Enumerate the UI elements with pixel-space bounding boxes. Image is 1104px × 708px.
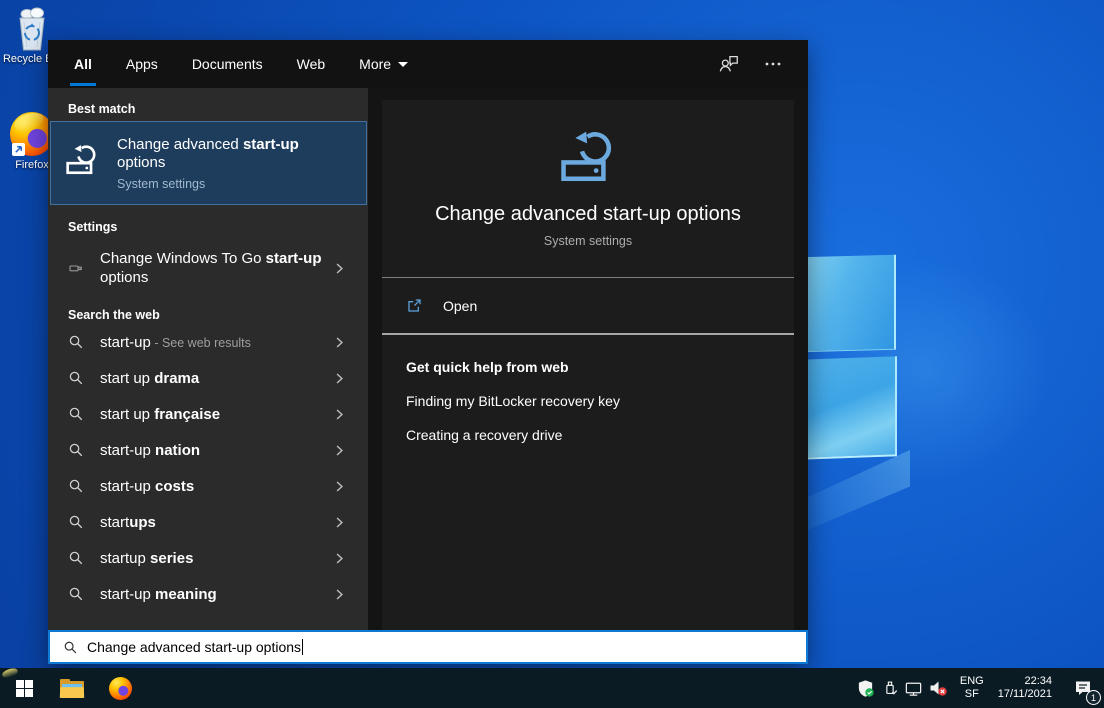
start-search-panel: All Apps Documents Web More Best match	[48, 40, 808, 664]
tray-usb-icon[interactable]	[878, 668, 902, 708]
tray-network-icon[interactable]	[902, 668, 926, 708]
file-explorer-icon	[60, 679, 84, 698]
best-match-title: Change advanced start-up options	[117, 136, 307, 172]
tab-documents[interactable]: Documents	[188, 40, 267, 88]
chevron-right-icon	[333, 588, 346, 601]
search-the-web-header: Search the web	[48, 306, 368, 324]
search-input[interactable]: Change advanced start-up options	[48, 630, 808, 664]
tab-apps[interactable]: Apps	[122, 40, 162, 88]
chevron-right-icon	[333, 444, 346, 457]
web-suggestion-row[interactable]: start-up meaning	[48, 576, 368, 612]
account-feedback-icon[interactable]	[718, 53, 740, 75]
help-link-bitlocker[interactable]: Finding my BitLocker recovery key	[406, 393, 794, 409]
search-input-value: Change advanced start-up options	[87, 639, 301, 655]
web-suggestion-row[interactable]: startup series	[48, 540, 368, 576]
web-suggestion-row[interactable]: start-up nation	[48, 432, 368, 468]
shortcut-arrow-icon	[12, 143, 25, 156]
preview-title: Change advanced start-up options	[435, 203, 741, 226]
settings-result-windows-to-go[interactable]: Change Windows To Go start-up options	[48, 242, 368, 294]
windows-logo-pane-bottom	[800, 356, 897, 459]
windows-logo-icon	[16, 680, 33, 697]
chevron-right-icon	[333, 408, 346, 421]
open-external-icon	[406, 297, 423, 314]
clock[interactable]: 22:34 17/11/2021	[994, 675, 1062, 701]
clock-date: 17/11/2021	[998, 688, 1052, 701]
search-icon	[68, 478, 84, 494]
search-filter-tabs: All Apps Documents Web More	[48, 40, 808, 88]
advanced-startup-icon-large	[559, 128, 617, 186]
notification-badge: 1	[1086, 690, 1101, 705]
ellipsis-menu-icon[interactable]	[764, 55, 782, 73]
chevron-right-icon	[333, 262, 346, 275]
help-link-recovery-drive[interactable]: Creating a recovery drive	[406, 427, 794, 443]
search-icon	[68, 514, 84, 530]
best-match-subtitle: System settings	[117, 177, 307, 191]
result-preview-panel: Change advanced start-up options System …	[382, 100, 794, 630]
search-icon	[68, 406, 84, 422]
search-icon	[68, 370, 84, 386]
search-results-list: Best match Change advanced start-up opti…	[48, 88, 368, 630]
taskbar: ENG SF 22:34 17/11/2021 1	[0, 668, 1104, 708]
preview-subtitle: System settings	[544, 234, 632, 248]
search-icon	[68, 334, 84, 350]
chevron-right-icon	[333, 552, 346, 565]
search-icon	[68, 550, 84, 566]
usb-drive-icon	[68, 260, 84, 276]
web-suggestion-row[interactable]: start up française	[48, 396, 368, 432]
tab-web[interactable]: Web	[293, 40, 330, 88]
tab-more[interactable]: More	[355, 40, 412, 88]
chevron-right-icon	[333, 372, 346, 385]
language-indicator[interactable]: ENG SF	[950, 675, 994, 701]
web-suggestion-row[interactable]: start up drama	[48, 360, 368, 396]
text-cursor	[302, 639, 303, 655]
settings-result-label: Change Windows To Go start-up options	[100, 249, 332, 287]
taskbar-firefox[interactable]	[96, 668, 144, 708]
search-icon	[68, 442, 84, 458]
clock-time: 22:34	[998, 675, 1052, 688]
tab-all[interactable]: All	[70, 40, 96, 88]
windows-logo-pane-top	[800, 255, 896, 353]
tray-volume-muted-icon[interactable]	[926, 668, 950, 708]
quick-help-header: Get quick help from web	[406, 359, 794, 375]
action-center-button[interactable]: 1	[1062, 668, 1104, 708]
open-action[interactable]: Open	[382, 278, 794, 333]
chevron-right-icon	[333, 516, 346, 529]
advanced-startup-icon	[65, 143, 99, 177]
web-suggestion-row[interactable]: startups	[48, 504, 368, 540]
firefox-icon	[109, 677, 132, 700]
web-suggestion-row[interactable]: start-up costs	[48, 468, 368, 504]
taskbar-file-explorer[interactable]	[48, 668, 96, 708]
search-icon	[63, 640, 78, 655]
open-label: Open	[443, 298, 477, 314]
best-match-header: Best match	[48, 100, 368, 118]
chevron-right-icon	[333, 480, 346, 493]
chevron-right-icon	[333, 336, 346, 349]
settings-header: Settings	[48, 218, 368, 236]
tray-security-shield-icon[interactable]	[854, 668, 878, 708]
chevron-down-icon	[398, 62, 408, 67]
best-match-result[interactable]: Change advanced start-up options System …	[50, 121, 367, 205]
search-icon	[68, 586, 84, 602]
web-suggestion-row[interactable]: start-up - See web results	[48, 324, 368, 360]
